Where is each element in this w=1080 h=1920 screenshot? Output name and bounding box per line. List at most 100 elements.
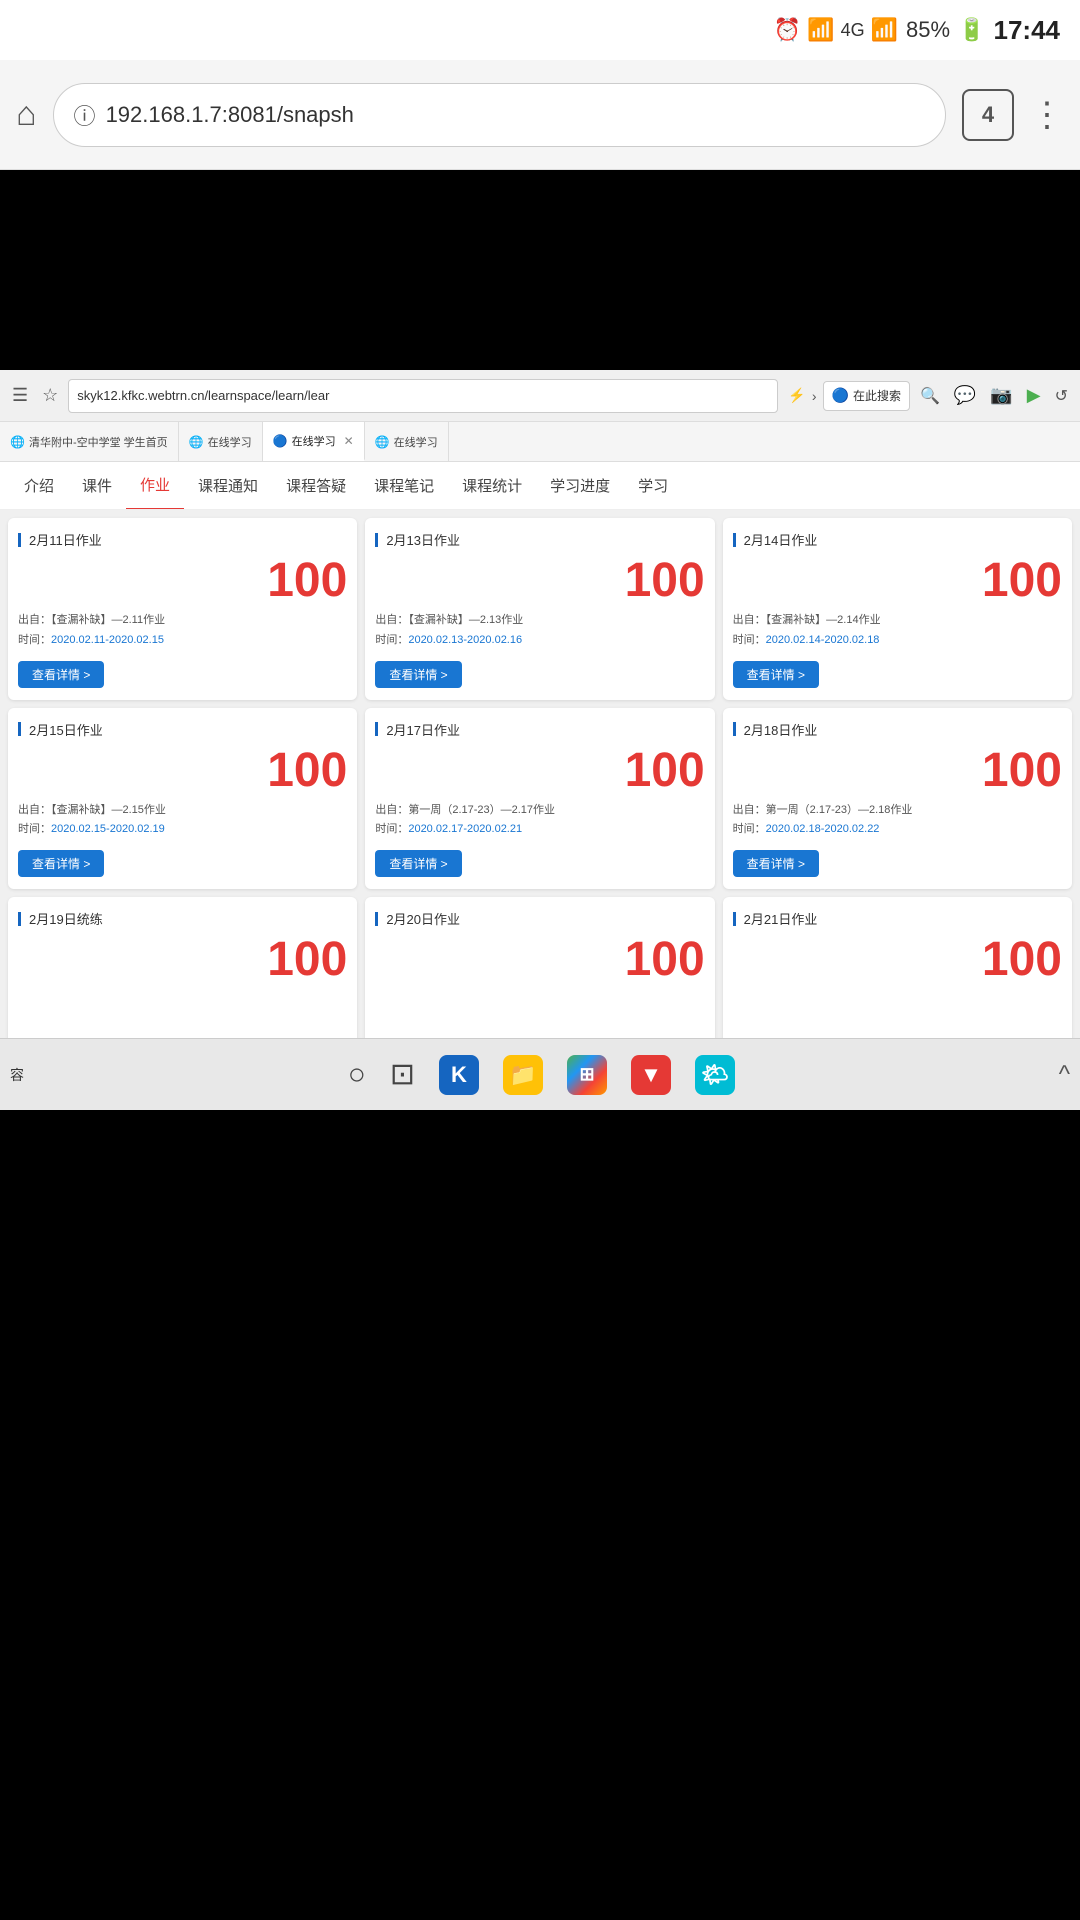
status-bar: ⏰ 📶 4G 📶 85% 🔋 17:44 <box>0 0 1080 60</box>
tab-count[interactable]: 4 <box>962 89 1014 141</box>
tab-label-1: 在线学习 <box>208 434 252 450</box>
hw-meta-3: 出自：【查漏补缺】—2.15作业 时间：2020.02.15-2020.02.1… <box>18 801 347 841</box>
tab-favicon-3: 🌐 <box>375 435 390 449</box>
kwr-app-icon: K <box>439 1055 479 1095</box>
nav-intro[interactable]: 介绍 <box>10 462 68 510</box>
nav-study[interactable]: 学习 <box>624 462 682 510</box>
nav-stats[interactable]: 课程统计 <box>448 462 536 510</box>
tab-item-learning-1[interactable]: 🌐 在线学习 <box>179 422 263 461</box>
hw-card-3: 2月15日作业 100 出自：【查漏补缺】—2.15作业 时间：2020.02.… <box>8 708 357 890</box>
pocket-app-icon: ▼ <box>631 1055 671 1095</box>
hw-detail-btn-0[interactable]: 查看详情 > <box>18 661 104 688</box>
hw-meta-0: 出自：【查漏补缺】—2.11作业 时间：2020.02.11-2020.02.1… <box>18 611 347 651</box>
home-button[interactable]: ⌂ <box>16 95 37 134</box>
hw-title-1: 2月13日作业 <box>375 530 460 549</box>
hw-title-bar-6 <box>18 912 21 926</box>
refresh-icon[interactable]: ↺ <box>1051 384 1072 408</box>
taskbar-pocket-icon[interactable]: ▼ <box>631 1055 671 1095</box>
nav-notes[interactable]: 课程笔记 <box>360 462 448 510</box>
tab-label-3: 在线学习 <box>394 434 438 450</box>
inner-menu-icon[interactable]: ☰ <box>8 383 32 408</box>
hw-title-bar-5 <box>733 722 736 736</box>
hw-score-5: 100 <box>733 747 1062 795</box>
video-icon[interactable]: 📷 <box>986 383 1016 408</box>
play-icon[interactable]: ▶ <box>1023 383 1045 408</box>
hw-detail-btn-3[interactable]: 查看详情 > <box>18 850 104 877</box>
signal-icon: 4G <box>841 20 865 41</box>
browser-menu-button[interactable]: ⋮ <box>1030 95 1064 135</box>
tab-label-0: 清华附中-空中学堂 学生首页 <box>29 434 168 450</box>
taskbar-recents-icon[interactable]: ⊡ <box>390 1057 415 1092</box>
nav-progress[interactable]: 学习进度 <box>536 462 624 510</box>
hw-score-4: 100 <box>375 747 704 795</box>
wifi-icon: 📶 <box>807 17 834 43</box>
tab-item-home[interactable]: 🌐 清华附中-空中学堂 学生首页 <box>0 422 179 461</box>
search-box[interactable]: 🔵 在此搜索 <box>823 381 910 411</box>
search-label: 在此搜索 <box>853 387 901 404</box>
hw-card-4: 2月17日作业 100 出自：第一周（2.17-23）—2.17作业 时间：20… <box>365 708 714 890</box>
hw-detail-btn-1[interactable]: 查看详情 > <box>375 661 461 688</box>
hw-title-bar-2 <box>733 533 736 547</box>
tab-item-learning-2[interactable]: 🔵 在线学习 ✕ <box>263 422 365 461</box>
taskbar-files-icon[interactable]: 📁 <box>503 1055 543 1095</box>
black-area-top <box>0 170 1080 370</box>
nav-courseware[interactable]: 课件 <box>68 462 126 510</box>
nav-homework[interactable]: 作业 <box>126 462 184 510</box>
signal-bars: 📶 <box>871 17 898 43</box>
hw-score-1: 100 <box>375 557 704 605</box>
hw-detail-btn-4[interactable]: 查看详情 > <box>375 850 461 877</box>
taskbar-icons: ○ ⊡ K 📁 ⊞ ▼ 🌤 <box>348 1055 735 1095</box>
hw-detail-btn-5[interactable]: 查看详情 > <box>733 850 819 877</box>
hw-title-2: 2月14日作业 <box>733 530 818 549</box>
hw-title-3: 2月15日作业 <box>18 720 103 739</box>
hw-score-7: 100 <box>375 936 704 984</box>
search-icon[interactable]: 🔍 <box>916 384 944 408</box>
hw-meta-1: 出自：【查漏补缺】—2.13作业 时间：2020.02.13-2020.02.1… <box>375 611 704 651</box>
browser-window: ☰ ☆ skyk12.kfkc.webtrn.cn/learnspace/lea… <box>0 370 1080 1100</box>
hw-title-bar-4 <box>375 722 378 736</box>
hw-title-0: 2月11日作业 <box>18 530 102 549</box>
hw-card-2: 2月14日作业 100 出自：【查漏补缺】—2.14作业 时间：2020.02.… <box>723 518 1072 700</box>
tab-favicon-0: 🌐 <box>10 435 25 449</box>
hw-title-bar-0 <box>18 533 21 547</box>
tab-favicon-1: 🌐 <box>189 435 204 449</box>
battery-icon: 🔋 <box>958 17 985 43</box>
hw-title-bar-3 <box>18 722 21 736</box>
status-icons: ⏰ 📶 4G 📶 <box>774 17 898 43</box>
tab-label-2: 在线学习 <box>292 433 336 449</box>
inner-star-icon[interactable]: ☆ <box>38 383 62 408</box>
browser-chrome: ⌂ ⓘ 192.168.1.7:8081/snapsh 4 ⋮ <box>0 60 1080 170</box>
taskbar-weather-icon[interactable]: 🌤 <box>695 1055 735 1095</box>
hw-card-0: 2月11日作业 100 出自：【查漏补缺】—2.11作业 时间：2020.02.… <box>8 518 357 700</box>
taskbar-expand-icon[interactable]: ^ <box>1059 1061 1070 1089</box>
taskbar-store-icon[interactable]: ⊞ <box>567 1055 607 1095</box>
address-text: 192.168.1.7:8081/snapsh <box>106 102 925 128</box>
tab-item-learning-3[interactable]: 🌐 在线学习 <box>365 422 449 461</box>
files-app-icon: 📁 <box>503 1055 543 1095</box>
hw-card-5: 2月18日作业 100 出自：第一周（2.17-23）—2.18作业 时间：20… <box>723 708 1072 890</box>
hw-title-5: 2月18日作业 <box>733 720 818 739</box>
address-bar[interactable]: ⓘ 192.168.1.7:8081/snapsh <box>53 83 946 147</box>
hw-title-6: 2月19日统练 <box>18 909 103 928</box>
inner-toolbar-actions: 🔵 在此搜索 🔍 💬 📷 ▶ ↺ <box>823 381 1072 411</box>
inner-toolbar: ☰ ☆ skyk12.kfkc.webtrn.cn/learnspace/lea… <box>0 370 1080 422</box>
inner-address-bar[interactable]: skyk12.kfkc.webtrn.cn/learnspace/learn/l… <box>68 379 778 413</box>
nav-notice[interactable]: 课程通知 <box>184 462 272 510</box>
info-icon: ⓘ <box>74 99 96 131</box>
battery-percentage: 85% <box>906 17 950 43</box>
inner-address-text: skyk12.kfkc.webtrn.cn/learnspace/learn/l… <box>77 388 329 403</box>
hw-meta-2: 出自：【查漏补缺】—2.14作业 时间：2020.02.14-2020.02.1… <box>733 611 1062 651</box>
taskbar-kwr-icon[interactable]: K <box>439 1055 479 1095</box>
hw-title-7: 2月20日作业 <box>375 909 460 928</box>
taskbar-home-icon[interactable]: ○ <box>348 1058 366 1092</box>
tab-close-2[interactable]: ✕ <box>344 434 354 448</box>
hw-title-4: 2月17日作业 <box>375 720 460 739</box>
wechat-icon[interactable]: 💬 <box>950 383 980 408</box>
status-time: 17:44 <box>994 15 1061 46</box>
hw-card-1: 2月13日作业 100 出自：【查漏补缺】—2.13作业 时间：2020.02.… <box>365 518 714 700</box>
nav-qa[interactable]: 课程答疑 <box>272 462 360 510</box>
hw-detail-btn-2[interactable]: 查看详情 > <box>733 661 819 688</box>
hw-score-8: 100 <box>733 936 1062 984</box>
tab-favicon-2: 🔵 <box>273 434 288 448</box>
hw-score-3: 100 <box>18 747 347 795</box>
